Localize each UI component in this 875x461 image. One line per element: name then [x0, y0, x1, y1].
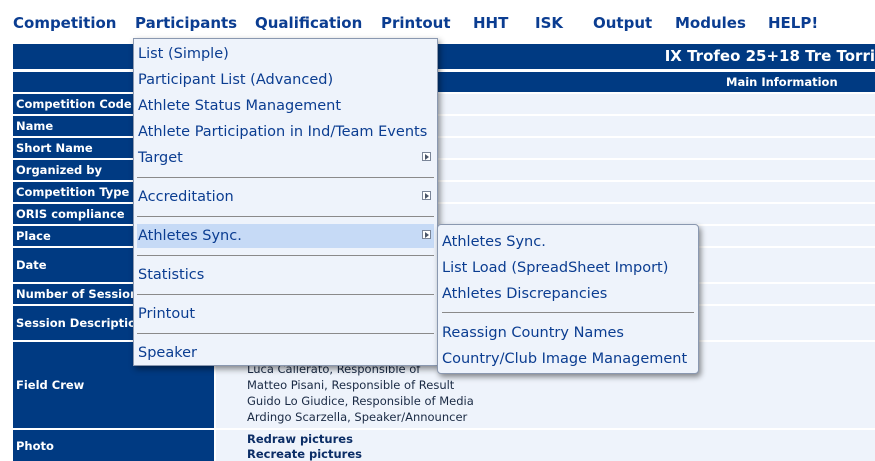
menu-item-statistics[interactable]: Statistics	[137, 263, 434, 287]
menu-isk[interactable]: ISK	[535, 14, 563, 32]
menu-item-printout[interactable]: Printout	[137, 302, 434, 326]
menu-qualification[interactable]: Qualification	[255, 14, 362, 32]
submenu-arrow-icon	[422, 230, 431, 239]
field-crew-line: Ardingo Scarzella, Speaker/Announcer	[247, 410, 468, 424]
redraw-pictures-link[interactable]: Redraw pictures	[247, 432, 353, 446]
menu-item-label: Printout	[138, 306, 196, 322]
menu-modules[interactable]: Modules	[675, 14, 746, 32]
menu-hht[interactable]: HHT	[473, 14, 508, 32]
menu-item-participant-list-advanced[interactable]: Participant List (Advanced)	[137, 68, 434, 92]
menu-item-target[interactable]: Target	[137, 146, 434, 170]
menu-item-label: Participant List (Advanced)	[138, 72, 334, 88]
menu-separator	[137, 216, 434, 217]
menu-item-list-simple[interactable]: List (Simple)	[137, 42, 434, 66]
menu-separator	[442, 312, 694, 313]
menu-item-label: Speaker	[138, 345, 197, 361]
submenu-item-list-load[interactable]: List Load (SpreadSheet Import)	[442, 256, 692, 280]
section-header-label: Main Information	[726, 75, 838, 89]
menu-separator	[137, 294, 434, 295]
menu-item-accreditation[interactable]: Accreditation	[137, 185, 434, 209]
submenu-item-reassign-country-names[interactable]: Reassign Country Names	[442, 321, 692, 345]
menu-item-label: Accreditation	[138, 189, 234, 205]
field-crew-line: Matteo Pisani, Responsible of Result	[247, 378, 455, 392]
menu-item-speaker[interactable]: Speaker	[137, 341, 434, 365]
label-photo: Photo	[13, 430, 214, 461]
menu-output[interactable]: Output	[593, 14, 652, 32]
menu-item-label: Statistics	[138, 267, 205, 283]
menu-item-label: Athlete Status Management	[138, 98, 342, 114]
submenu-arrow-icon	[422, 191, 431, 200]
recreate-pictures-link[interactable]: Recreate pictures	[247, 447, 362, 461]
field-crew-line: Guido Lo Giudice, Responsible of Media	[247, 394, 474, 408]
menu-separator	[137, 255, 434, 256]
submenu-arrow-icon	[422, 152, 431, 161]
athletes-sync-submenu: Athletes Sync. List Load (SpreadSheet Im…	[437, 224, 699, 374]
menu-item-label: Athletes Sync.	[138, 228, 242, 244]
menu-item-label: Athlete Participation in Ind/Team Events	[138, 124, 428, 140]
submenu-item-athletes-sync[interactable]: Athletes Sync.	[442, 230, 692, 254]
menu-separator	[137, 333, 434, 334]
menu-item-label: List (Simple)	[138, 46, 229, 62]
menu-item-athlete-participation[interactable]: Athlete Participation in Ind/Team Events	[137, 120, 434, 144]
participants-dropdown-menu: List (Simple) Participant List (Advanced…	[133, 38, 438, 366]
competition-title: IX Trofeo 25+18 Tre Torri	[664, 47, 875, 65]
menu-printout[interactable]: Printout	[381, 14, 451, 32]
submenu-item-country-club-image-management[interactable]: Country/Club Image Management	[442, 347, 692, 371]
menu-item-label: Target	[138, 150, 183, 166]
menu-separator	[137, 177, 434, 178]
menu-item-athletes-sync[interactable]: Athletes Sync.	[137, 224, 434, 248]
menu-help[interactable]: HELP!	[768, 14, 818, 32]
submenu-item-athletes-discrepancies[interactable]: Athletes Discrepancies	[442, 282, 692, 306]
menu-item-athlete-status-management[interactable]: Athlete Status Management	[137, 94, 434, 118]
menu-participants[interactable]: Participants	[135, 14, 237, 32]
top-menubar: Competition Participants Qualification P…	[0, 0, 875, 40]
menu-competition[interactable]: Competition	[13, 14, 116, 32]
